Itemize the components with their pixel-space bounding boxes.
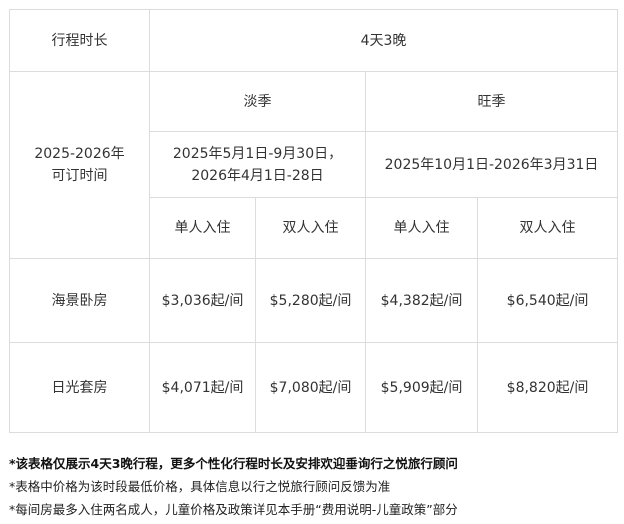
low-season-period-line-2: 2026年4月1日-28日 — [191, 167, 324, 184]
footnotes: *该表格仅展示4天3晚行程，更多个性化行程时长及安排欢迎垂询行之悦旅行顾问 *表… — [9, 452, 621, 521]
price-cell: $5,909起/间 — [365, 342, 478, 433]
price-cell: $4,071起/间 — [149, 342, 256, 433]
high-season-period-line-1: 2025年10月1日-2026年3月31日 — [384, 156, 599, 173]
duration-value: 4天3晚 — [148, 9, 619, 72]
high-season-header: 旺季 — [364, 71, 619, 132]
high-season-period: 2025年10月1日-2026年3月31日 — [364, 131, 619, 198]
room-name: 日光套房 — [9, 342, 150, 433]
bookable-label-line-2: 可订时间 — [51, 168, 108, 184]
occupancy-header-high-double: 双人入住 — [476, 197, 619, 259]
footnote-lowest-price: *表格中价格为该时段最低价格，具体信息以行之悦旅行顾问反馈为准 — [9, 479, 391, 494]
price-cell: $6,540起/间 — [476, 258, 619, 343]
price-cell: $7,080起/间 — [255, 342, 366, 433]
occupancy-header-low-single: 单人入住 — [149, 197, 256, 259]
price-cell: $8,820起/间 — [476, 342, 619, 433]
room-name: 海景卧房 — [9, 258, 150, 343]
footnote-occupancy-policy: *每间房最多入住两名成人，儿童价格及政策详见本手册“费用说明-儿童政策”部分 — [9, 502, 458, 517]
season-row: 2025-2026年 可订时间 淡季 旺季 — [9, 71, 619, 259]
price-table: 行程时长 4天3晚 2025-2026年 可订时间 淡季 旺季 2025年5月1… — [9, 9, 619, 433]
bookable-period-label: 2025-2026年 可订时间 — [9, 71, 150, 259]
duration-label: 行程时长 — [9, 9, 150, 72]
duration-row: 行程时长 4天3晚 — [9, 9, 619, 72]
occupancy-header-low-double: 双人入住 — [255, 197, 366, 259]
low-season-period-line-1: 2025年5月1日-9月30日， — [172, 145, 343, 162]
price-cell: $4,382起/间 — [365, 258, 478, 343]
room-row-sunlight-suite: 日光套房 $4,071起/间 $7,080起/间 $5,909起/间 $8,82… — [9, 342, 619, 433]
price-cell: $5,280起/间 — [255, 258, 366, 343]
footnote-itinerary: *该表格仅展示4天3晚行程，更多个性化行程时长及安排欢迎垂询行之悦旅行顾问 — [9, 456, 458, 471]
room-row-seaview: 海景卧房 $3,036起/间 $5,280起/间 $4,382起/间 $6,54… — [9, 258, 619, 343]
bookable-label-line-1: 2025-2026年 — [34, 146, 125, 162]
occupancy-header-high-single: 单人入住 — [365, 197, 478, 259]
price-cell: $3,036起/间 — [149, 258, 256, 343]
low-season-header: 淡季 — [149, 71, 366, 132]
low-season-period: 2025年5月1日-9月30日， 2026年4月1日-28日 — [149, 131, 366, 198]
